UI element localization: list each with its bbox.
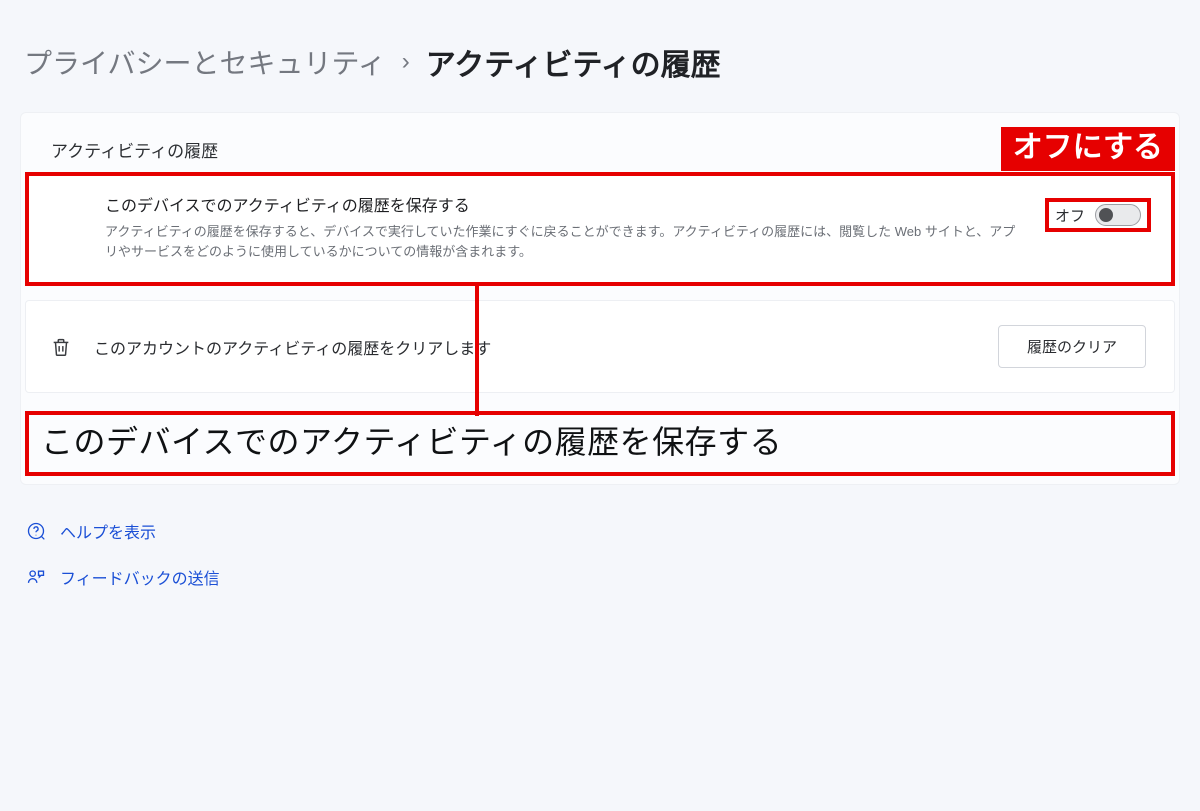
breadcrumb: プライバシーとセキュリティ › アクティビティの履歴: [20, 40, 1180, 84]
section-header: アクティビティの履歴 オフにする: [21, 113, 1179, 172]
clear-history-button[interactable]: 履歴のクリア: [998, 325, 1146, 368]
activity-history-card: アクティビティの履歴 オフにする このデバイスでのアクティビティの履歴を保存する…: [20, 112, 1180, 485]
section-title: アクティビティの履歴: [51, 137, 218, 162]
help-icon: [26, 521, 46, 541]
trash-icon: [50, 336, 72, 358]
feedback-link-label: フィードバックの送信: [60, 565, 220, 589]
annotation-enlarged-title: このデバイスでのアクティビティの履歴を保存する: [25, 411, 1175, 475]
chevron-right-icon: ›: [402, 48, 410, 76]
footer-links: ヘルプを表示 フィードバックの送信: [20, 519, 1180, 589]
store-activity-setting: このデバイスでのアクティビティの履歴を保存する アクティビティの履歴を保存すると…: [25, 172, 1175, 286]
breadcrumb-current: アクティビティの履歴: [426, 40, 721, 84]
annotation-toggle-highlight: オフ: [1045, 198, 1151, 232]
help-link[interactable]: ヘルプを表示: [26, 519, 1180, 543]
toggle-state-label: オフ: [1055, 205, 1085, 226]
store-activity-toggle[interactable]: [1095, 204, 1141, 226]
help-link-label: ヘルプを表示: [60, 519, 156, 543]
setting-text: このデバイスでのアクティビティの履歴を保存する アクティビティの履歴を保存すると…: [105, 192, 1045, 262]
clear-left: このアカウントのアクティビティの履歴をクリアします: [50, 335, 491, 359]
annotation-connector-vertical: [475, 286, 479, 416]
annotation-callout: オフにする: [1001, 127, 1175, 171]
clear-history-row: このアカウントのアクティビティの履歴をクリアします 履歴のクリア: [25, 300, 1175, 393]
breadcrumb-parent[interactable]: プライバシーとセキュリティ: [24, 42, 386, 82]
feedback-link[interactable]: フィードバックの送信: [26, 565, 1180, 589]
setting-description: アクティビティの履歴を保存すると、デバイスで実行していた作業にすぐに戻ることがで…: [105, 222, 1027, 262]
enlarged-title-text: このデバイスでのアクティビティの履歴を保存する: [41, 423, 1159, 461]
setting-title: このデバイスでのアクティビティの履歴を保存する: [105, 192, 1027, 216]
settings-page: プライバシーとセキュリティ › アクティビティの履歴 アクティビティの履歴 オフ…: [0, 0, 1200, 631]
clear-history-label: このアカウントのアクティビティの履歴をクリアします: [94, 335, 491, 359]
feedback-icon: [26, 567, 46, 587]
toggle-knob: [1099, 208, 1113, 222]
